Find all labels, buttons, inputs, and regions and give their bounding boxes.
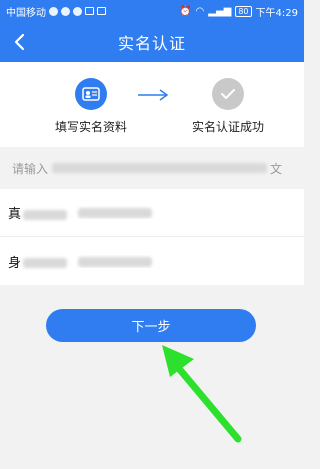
name-label: 真 bbox=[8, 203, 72, 222]
name-input[interactable] bbox=[72, 206, 304, 219]
carrier-name: 中国移动 bbox=[6, 7, 46, 19]
alarm-icon: ⏰ bbox=[179, 5, 192, 17]
id-card-icon bbox=[75, 78, 107, 110]
identity-form: 真 身 bbox=[0, 189, 304, 285]
nav-bar: 实名认证 bbox=[0, 22, 304, 62]
redacted-text bbox=[52, 163, 268, 173]
image-icon bbox=[85, 7, 94, 15]
annotation-arrow-icon bbox=[162, 345, 242, 443]
signal-icon: ▂▄▆ bbox=[208, 5, 232, 17]
notification-icon bbox=[61, 6, 70, 16]
status-time: 下午4:29 bbox=[255, 7, 298, 19]
step-indicator: 填写实名资料 实名认证成功 bbox=[0, 62, 304, 147]
wifi-icon: ◠ bbox=[195, 5, 205, 17]
battery-icon: 80 bbox=[235, 5, 252, 17]
id-row: 身 bbox=[0, 237, 304, 285]
back-button[interactable] bbox=[8, 30, 30, 54]
chat-icon bbox=[49, 6, 58, 16]
step-label-fill-info: 填写实名资料 bbox=[54, 120, 127, 134]
notice-text: 请输入 文 bbox=[0, 147, 304, 189]
id-label: 身 bbox=[8, 252, 72, 271]
arrow-right-icon bbox=[138, 89, 169, 101]
step-success: 实名认证成功 bbox=[168, 78, 288, 135]
app-icon bbox=[73, 6, 82, 16]
step-label-success: 实名认证成功 bbox=[191, 120, 264, 134]
chevron-left-icon bbox=[14, 33, 25, 51]
notice-suffix: 文 bbox=[270, 161, 283, 176]
page-title: 实名认证 bbox=[117, 34, 186, 53]
app-notification-icon bbox=[97, 7, 106, 15]
id-number-input[interactable] bbox=[72, 255, 304, 268]
notice-prefix: 请输入 bbox=[12, 161, 49, 176]
step-fill-info: 填写实名资料 bbox=[31, 78, 151, 135]
name-row: 真 bbox=[0, 189, 304, 237]
check-icon bbox=[212, 78, 244, 110]
status-bar: 中国移动 ⏰ ◠ ▂▄▆ 80 下午4:29 bbox=[0, 0, 304, 22]
